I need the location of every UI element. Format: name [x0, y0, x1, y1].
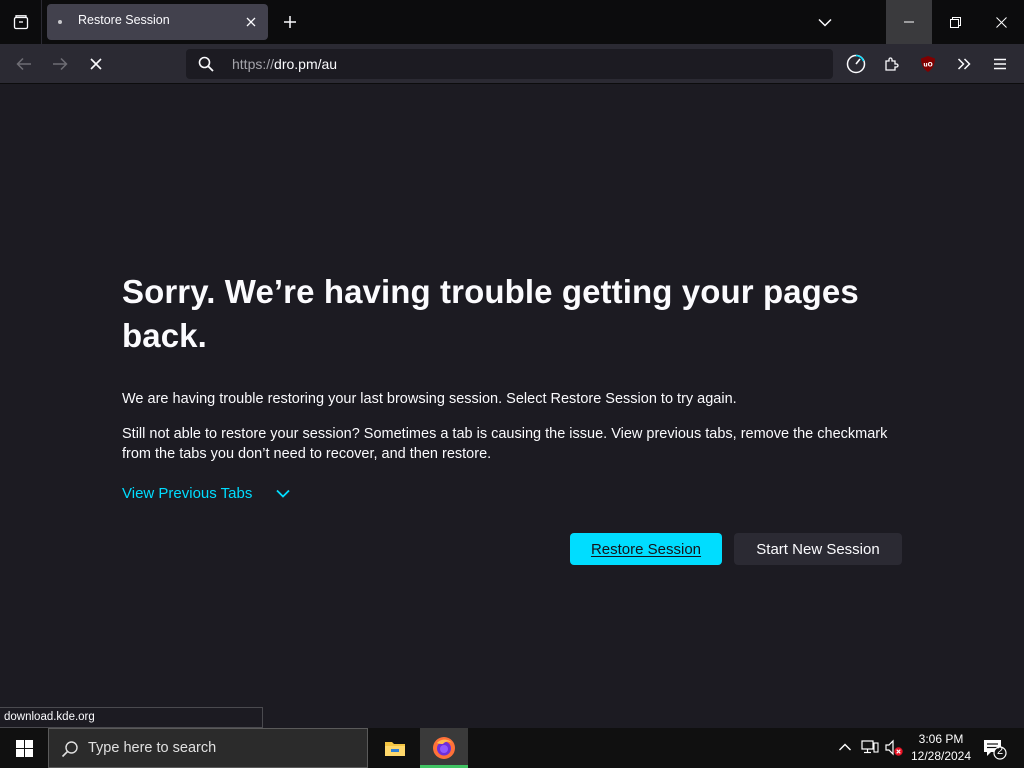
search-icon — [198, 56, 214, 72]
tab-title: Restore Session — [78, 13, 170, 27]
tab-loading-indicator — [58, 20, 62, 24]
url-host: dro.pm/au — [274, 56, 338, 72]
volume-muted-icon — [885, 739, 903, 756]
description-paragraph: We are having trouble restoring your las… — [122, 391, 737, 407]
forward-button[interactable] — [46, 50, 74, 78]
network-button[interactable] — [861, 739, 879, 755]
close-icon — [246, 17, 256, 27]
active-tab[interactable]: Restore Session — [47, 4, 268, 40]
minimize-icon — [904, 21, 914, 23]
start-button[interactable] — [0, 728, 48, 768]
url-text[interactable]: https://dro.pm/au — [232, 56, 337, 72]
clock-date: 12/28/2024 — [910, 749, 972, 763]
show-hidden-icons-button[interactable] — [838, 740, 852, 754]
tab-strip: Restore Session — [0, 0, 1024, 44]
more-tools-button[interactable] — [950, 50, 978, 78]
view-previous-tabs-label: View Previous Tabs — [122, 485, 253, 502]
address-bar[interactable]: https://dro.pm/au — [186, 49, 833, 79]
restore-session-button[interactable]: Restore Session — [570, 533, 722, 565]
url-scheme: https:// — [232, 56, 275, 72]
firefox-view-icon — [13, 15, 28, 30]
tracking-protection-button[interactable] — [842, 50, 870, 78]
search-placeholder: Type here to search — [88, 740, 217, 756]
restore-session-label: Restore Session — [590, 540, 702, 558]
navigation-toolbar: https://dro.pm/au uO — [0, 44, 1024, 84]
hamburger-menu-icon — [994, 58, 1006, 70]
list-all-tabs-button[interactable] — [812, 10, 838, 34]
taskbar: Type here to search 3:06 PM 12/28/2024 2 — [0, 728, 1024, 768]
new-tab-button[interactable] — [278, 10, 302, 34]
search-icon — [61, 740, 79, 758]
clock-time: 3:06 PM — [918, 732, 964, 746]
double-chevron-right-icon — [957, 58, 971, 70]
link-status-panel: download.kde.org — [0, 707, 263, 728]
restore-window-button[interactable] — [932, 0, 978, 44]
taskbar-search-box[interactable]: Type here to search — [48, 728, 368, 768]
extensions-button[interactable] — [878, 50, 906, 78]
svg-text:uO: uO — [923, 62, 932, 69]
network-icon — [861, 740, 879, 754]
chevron-down-icon — [276, 489, 290, 498]
close-icon — [995, 16, 1007, 28]
volume-button[interactable] — [884, 739, 904, 757]
app-menu-button[interactable] — [986, 50, 1014, 78]
page-title: Sorry. We’re having trouble getting your… — [122, 273, 859, 354]
start-new-session-label: Start New Session — [756, 540, 880, 558]
close-window-button[interactable] — [978, 0, 1024, 44]
system-clock[interactable]: 3:06 PM 12/28/2024 — [908, 731, 974, 765]
plus-icon — [284, 16, 296, 28]
tab-close-button[interactable] — [241, 12, 261, 32]
folder-icon — [385, 742, 405, 756]
gauge-icon — [846, 54, 866, 74]
arrow-right-icon — [53, 57, 68, 71]
chevron-down-icon — [818, 18, 832, 27]
arrow-left-icon — [16, 57, 31, 71]
firefox-logo-icon — [433, 737, 455, 759]
stop-loading-button[interactable] — [82, 50, 110, 78]
action-center-button[interactable]: 2 — [982, 737, 1008, 761]
view-previous-tabs-toggle[interactable]: View Previous Tabs — [122, 485, 290, 502]
ublock-shield-icon: uO — [921, 56, 935, 72]
stop-icon — [90, 58, 102, 70]
restore-window-icon — [949, 16, 961, 28]
windows-logo-icon — [15, 739, 33, 757]
puzzle-icon — [885, 57, 899, 71]
minimize-button[interactable] — [886, 0, 932, 44]
file-explorer-taskbar-button[interactable] — [374, 728, 416, 768]
notification-icon — [984, 740, 1007, 760]
notification-count: 2 — [996, 745, 1004, 757]
back-button[interactable] — [10, 50, 38, 78]
ublock-origin-button[interactable]: uO — [914, 50, 942, 78]
page-content: Sorry. We’re having trouble getting your… — [0, 84, 1024, 706]
firefox-taskbar-button[interactable] — [420, 728, 468, 768]
chevron-up-icon — [839, 743, 851, 751]
firefox-view-button[interactable] — [0, 0, 42, 44]
help-paragraph: Still not able to restore your session? … — [122, 426, 888, 462]
start-new-session-button[interactable]: Start New Session — [734, 533, 902, 565]
